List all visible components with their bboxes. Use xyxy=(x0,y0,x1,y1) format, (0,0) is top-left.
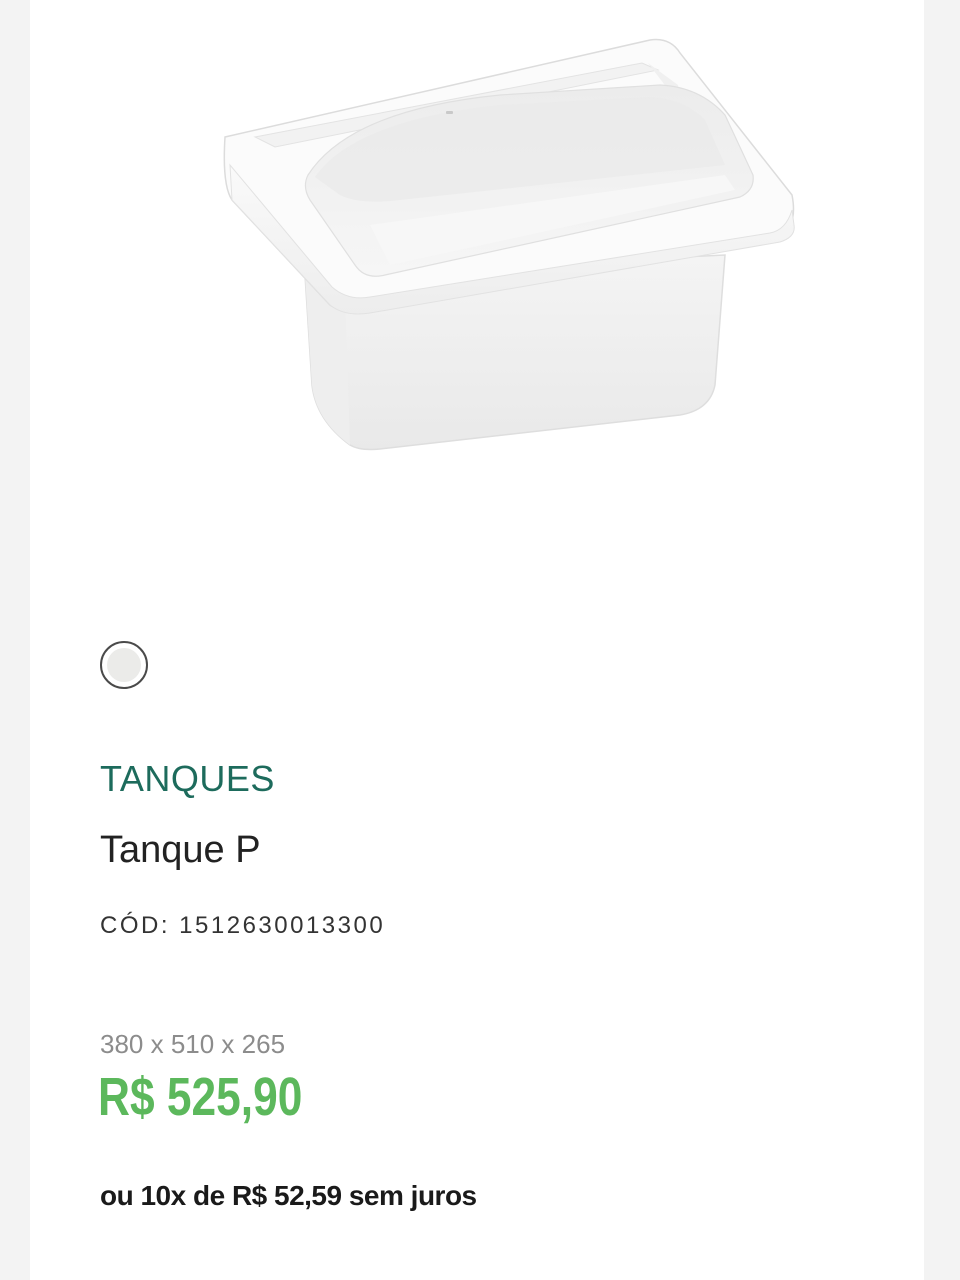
color-swatch-fill xyxy=(107,648,141,682)
color-swatch-white[interactable] xyxy=(100,641,148,689)
installments-info: ou 10x de R$ 52,59 sem juros xyxy=(100,1180,477,1211)
product-price: R$ 525,90 xyxy=(98,1067,303,1127)
product-code-value: 1512630013300 xyxy=(179,912,386,939)
product-image[interactable] xyxy=(180,25,820,465)
product-code-label: CÓD: xyxy=(100,912,170,939)
product-title: Tanque P xyxy=(100,829,261,871)
product-dimensions: 380 x 510 x 265 xyxy=(100,1029,286,1059)
product-category[interactable]: TANQUES xyxy=(100,758,275,800)
product-page: TANQUES Tanque P CÓD: 1512630013300 380 … xyxy=(30,0,924,1280)
sink-illustration xyxy=(223,38,795,451)
product-code: CÓD: 1512630013300 xyxy=(100,912,385,940)
